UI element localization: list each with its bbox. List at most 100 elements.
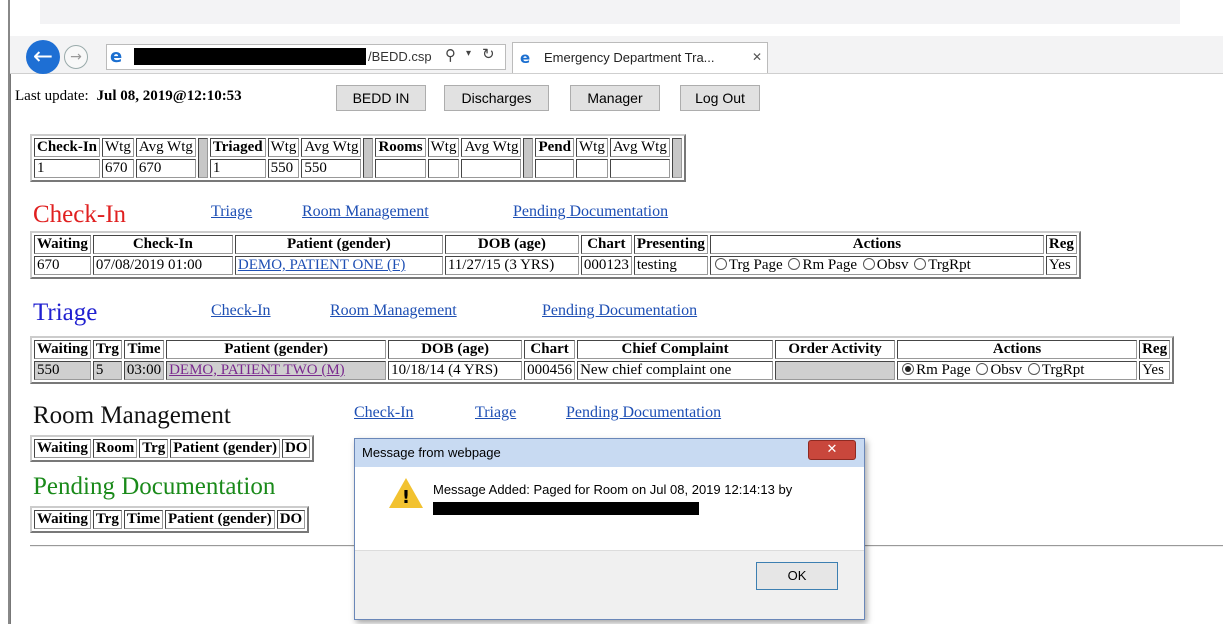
trgrpt-radio[interactable] [914, 258, 927, 270]
reg-cell: Yes [1139, 361, 1171, 380]
forward-arrow-icon[interactable]: → [64, 45, 88, 69]
rooms-link-pending-documentation[interactable]: Pending Documentation [566, 404, 721, 422]
summary-separator [197, 138, 208, 178]
summary-value: 670 [102, 159, 134, 178]
triage-table: Waiting Trg Time Patient (gender) DOB (a… [30, 336, 1175, 384]
last-update-label: Last update: [15, 88, 89, 104]
summary-header: Wtg [576, 138, 608, 157]
column-header: Patient (gender) [166, 340, 387, 359]
summary-header: Avg Wtg [461, 138, 522, 157]
discharges-button[interactable]: Discharges [444, 85, 549, 111]
radio-label: Obsv [876, 257, 909, 273]
rm-page-radio[interactable] [788, 258, 801, 270]
pending-table: Waiting Trg Time Patient (gender) DO [30, 506, 310, 533]
dialog-close-icon[interactable]: ✕ [808, 440, 856, 460]
column-header: Chief Complaint [577, 340, 774, 359]
trg-page-radio[interactable] [714, 258, 727, 270]
checkin-link-pending-documentation[interactable]: Pending Documentation [513, 203, 668, 221]
column-header: Chart [580, 235, 632, 254]
column-header: Room [92, 439, 138, 458]
trg-cell: 5 [92, 361, 122, 380]
column-header: Waiting [34, 439, 91, 458]
refresh-icon[interactable]: ↻ [482, 45, 495, 63]
rooms-section-title: Room Management [33, 402, 231, 429]
dob-cell: 10/18/14 (4 YRS) [388, 361, 523, 380]
back-arrow-icon[interactable]: ← [26, 40, 60, 74]
column-header: DOB (age) [388, 340, 523, 359]
column-header: Waiting [34, 340, 91, 359]
triage-link-pending-documentation[interactable]: Pending Documentation [542, 302, 697, 320]
chart-cell: 000123 [580, 256, 632, 275]
patient-link[interactable]: DEMO, PATIENT TWO (M) [169, 362, 345, 378]
waiting-cell: 550 [34, 361, 91, 380]
ok-button[interactable]: OK [756, 562, 838, 590]
summary-header: Avg Wtg [609, 138, 670, 157]
triage-header-row: Waiting Trg Time Patient (gender) DOB (a… [34, 340, 1171, 359]
complaint-cell: New chief complaint one [577, 361, 774, 380]
rm-page-radio[interactable] [902, 363, 915, 375]
url-suffix: /BEDD.csp [368, 49, 432, 64]
summary-separator [363, 138, 374, 178]
tab-favicon-icon: e [520, 49, 531, 67]
table-row: 670 07/08/2019 01:00 DEMO, PATIENT ONE (… [34, 256, 1077, 275]
summary-value: 1 [34, 159, 101, 178]
triage-link-room-management[interactable]: Room Management [330, 302, 457, 320]
column-header: Waiting [34, 510, 91, 529]
summary-header: Triaged [209, 138, 266, 157]
column-header: Trg [92, 340, 122, 359]
checkin-link-triage[interactable]: Triage [211, 203, 252, 221]
summary-header: Wtg [102, 138, 134, 157]
chevron-down-icon[interactable]: ▾ [466, 48, 471, 59]
obsv-radio[interactable] [976, 363, 989, 375]
last-update: Last update: Jul 08, 2019@12:10:53 [15, 88, 242, 105]
triage-link-check-in[interactable]: Check-In [211, 302, 271, 320]
summary-separator [523, 138, 534, 178]
patient-cell: DEMO, PATIENT ONE (F) [234, 256, 443, 275]
bedd-in-button[interactable]: BEDD IN [336, 85, 426, 111]
waiting-cell: 670 [34, 256, 91, 275]
summary-value [461, 159, 522, 178]
checkin-table: Waiting Check-In Patient (gender) DOB (a… [30, 231, 1081, 279]
column-header: Trg [139, 439, 169, 458]
summary-header: Rooms [375, 138, 426, 157]
rooms-table: Waiting Room Trg Patient (gender) DO [30, 435, 315, 462]
presenting-cell: testing [633, 256, 708, 275]
column-header: Trg [92, 510, 122, 529]
actions-cell: Trg Page Rm Page Obsv TrgRpt [709, 256, 1044, 275]
rooms-link-check-in[interactable]: Check-In [354, 404, 414, 422]
search-icon[interactable]: ⚲ [445, 46, 456, 64]
summary-header: Wtg [267, 138, 300, 157]
summary-value: 1 [209, 159, 266, 178]
patient-link[interactable]: DEMO, PATIENT ONE (F) [238, 257, 406, 273]
column-header: Actions [897, 340, 1138, 359]
order-activity-cell [775, 361, 896, 380]
last-update-value: Jul 08, 2019@12:10:53 [96, 88, 242, 104]
ie-logo-icon: e [110, 46, 123, 67]
rooms-header-row: Waiting Room Trg Patient (gender) DO [34, 439, 311, 458]
summary-value [375, 159, 426, 178]
dialog-title: Message from webpage [362, 445, 501, 460]
summary-value: 670 [135, 159, 196, 178]
tab-title: Emergency Department Tra... [544, 50, 715, 65]
table-row: 550 5 03:00 DEMO, PATIENT TWO (M) 10/18/… [34, 361, 1171, 380]
trgrpt-radio[interactable] [1027, 363, 1040, 375]
column-header: Actions [709, 235, 1044, 254]
rooms-link-triage[interactable]: Triage [475, 404, 516, 422]
checkin-section-title: Check-In [33, 201, 127, 228]
column-header: Patient (gender) [164, 510, 275, 529]
triage-section-title: Triage [33, 299, 98, 326]
redacted-url [134, 48, 366, 65]
tab-close-icon[interactable]: ✕ [752, 50, 762, 64]
patient-cell: DEMO, PATIENT TWO (M) [166, 361, 387, 380]
manager-button[interactable]: Manager [570, 85, 660, 111]
summary-header-row: Check-In Wtg Avg Wtg Triaged Wtg Avg Wtg… [34, 138, 682, 178]
summary-value [609, 159, 670, 178]
summary-header: Check-In [34, 138, 101, 157]
log-out-button[interactable]: Log Out [680, 85, 760, 111]
column-header: Reg [1139, 340, 1171, 359]
dob-cell: 11/27/15 (3 YRS) [444, 256, 579, 275]
obsv-radio[interactable] [862, 258, 875, 270]
checkin-link-room-management[interactable]: Room Management [302, 203, 429, 221]
radio-label: TrgRpt [1041, 362, 1085, 378]
summary-value [576, 159, 608, 178]
